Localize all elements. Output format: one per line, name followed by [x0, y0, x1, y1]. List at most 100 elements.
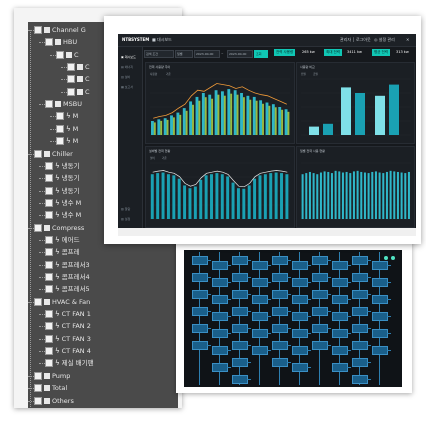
- card-usage-trend: 전력 사용량 추이 사용량 기준: [145, 62, 295, 144]
- tree-checkbox[interactable]: [67, 75, 75, 84]
- meter-box: [232, 307, 248, 316]
- tree-checkbox[interactable]: [56, 137, 64, 146]
- settings-link[interactable]: ◎ 설정 관리: [374, 34, 395, 46]
- bar: [338, 171, 341, 219]
- tree-checkbox[interactable]: [34, 371, 42, 380]
- tree-node[interactable]: C: [67, 73, 90, 85]
- tree-checkbox[interactable]: [45, 310, 53, 319]
- tree-checkbox[interactable]: [56, 124, 64, 133]
- tree-checkbox[interactable]: [45, 161, 53, 170]
- tree-node[interactable]: ϟ 콤프레서3: [45, 259, 90, 271]
- tree-node[interactable]: ϟ CT FAN 3: [45, 333, 91, 345]
- tree-checkbox[interactable]: [56, 112, 64, 121]
- tree-checkbox[interactable]: [45, 347, 53, 356]
- tree-node[interactable]: ϟM: [56, 135, 78, 147]
- tree-checkbox[interactable]: [45, 186, 53, 195]
- user-menu[interactable]: 관리자 │ 로그아웃: [340, 34, 371, 46]
- sidebar-item-settings[interactable]: ▨ 설정: [121, 217, 130, 221]
- tree-checkbox[interactable]: [67, 87, 75, 96]
- branch-line: [207, 294, 211, 295]
- sidebar-item-equipment[interactable]: ▥ 설비: [121, 75, 130, 79]
- tree-checkbox[interactable]: [45, 359, 53, 368]
- tree-node[interactable]: Chiller: [34, 148, 73, 160]
- tree-node[interactable]: C: [67, 61, 90, 73]
- tree-node[interactable]: ϟM: [56, 110, 78, 122]
- tree-checkbox[interactable]: [45, 273, 53, 281]
- card-title: 설비별 전력 현황: [149, 149, 171, 153]
- tree-node[interactable]: ϟ 콤프레서4: [45, 271, 90, 283]
- tree-node[interactable]: HBU: [45, 36, 77, 48]
- tree-checkbox[interactable]: [34, 223, 42, 232]
- meter-icon: ϟ: [55, 186, 60, 195]
- tree-checkbox[interactable]: [45, 211, 53, 220]
- tree-checkbox[interactable]: [34, 384, 42, 393]
- tree-checkbox[interactable]: [45, 235, 53, 244]
- tree-node[interactable]: ϟ 콤프레: [45, 246, 80, 258]
- tree-node[interactable]: ϟ 냉동기: [45, 160, 80, 172]
- sidebar-item-dashboard[interactable]: ▣ 대시보드: [121, 55, 136, 59]
- tree-node[interactable]: ϟ 냉동기: [45, 172, 80, 184]
- tree-node[interactable]: HVAC & Fan: [34, 296, 90, 308]
- bar: [204, 175, 208, 219]
- tree-node[interactable]: ϟ 콤프레서5: [45, 283, 90, 295]
- tree-checkbox[interactable]: [56, 50, 64, 59]
- tree-node[interactable]: ϟ CT FAN 1: [45, 308, 91, 320]
- tree-node[interactable]: ϟ 제실 배기팬: [45, 357, 94, 369]
- period-select[interactable]: 일별: [175, 50, 193, 58]
- tree-node[interactable]: ϟ 냉수 M: [45, 197, 81, 209]
- tree-checkbox[interactable]: [45, 100, 53, 109]
- tree-node[interactable]: ϟ CT FAN 2: [45, 320, 91, 332]
- bar: [246, 95, 250, 135]
- bar: [221, 91, 224, 135]
- tree-checkbox[interactable]: [34, 396, 42, 405]
- tree-node[interactable]: Others: [34, 395, 74, 407]
- folder-icon: [77, 88, 83, 95]
- sidebar-item-alarm[interactable]: ▧ 알람: [121, 207, 130, 211]
- tree-checkbox[interactable]: [45, 248, 53, 257]
- card-comparison: 사용량 비교 전월 금월: [296, 62, 415, 144]
- tree-node-label: 콤프레서5: [61, 285, 90, 294]
- bar: [274, 107, 277, 135]
- meter-box: [232, 273, 248, 282]
- tree-node[interactable]: ϟM: [56, 123, 78, 135]
- end-date-input[interactable]: 2023-00-00: [227, 50, 253, 58]
- tree-node[interactable]: ϟ 냉수 M: [45, 209, 81, 221]
- tree-checkbox[interactable]: [34, 297, 42, 306]
- tree-checkbox[interactable]: [45, 322, 53, 331]
- close-icon[interactable]: ✕: [406, 34, 409, 46]
- meter-box: [352, 256, 368, 265]
- menu-dashboard[interactable]: ■ 대시보드: [152, 34, 172, 46]
- search-button[interactable]: 조회: [254, 50, 268, 58]
- meter-box: [232, 324, 248, 333]
- tree-node[interactable]: C: [56, 49, 79, 61]
- sidebar-item-report[interactable]: ▦ 보고서: [121, 85, 133, 89]
- tree-node[interactable]: ϟ 에어드: [45, 234, 80, 246]
- tree-node[interactable]: Channel G: [34, 24, 86, 36]
- bar: [281, 109, 284, 135]
- tree-checkbox[interactable]: [45, 174, 53, 183]
- tree-node[interactable]: Pump: [34, 370, 70, 382]
- bar: [349, 173, 352, 219]
- tree-node[interactable]: MSBU: [45, 98, 82, 110]
- meter-box: [292, 346, 308, 355]
- tree-node[interactable]: ϟ 냉동기: [45, 185, 80, 197]
- tree-checkbox[interactable]: [45, 198, 53, 207]
- meter-box: [232, 256, 248, 265]
- tree-checkbox[interactable]: [34, 26, 42, 34]
- tree-node[interactable]: Total: [34, 382, 67, 394]
- tree-checkbox[interactable]: [45, 334, 53, 343]
- folder-icon: [44, 150, 50, 157]
- tree-node[interactable]: C: [67, 86, 90, 98]
- tree-checkbox[interactable]: [67, 63, 75, 72]
- branch-line: [247, 277, 251, 278]
- tree-checkbox[interactable]: [45, 260, 53, 269]
- sidebar-item-energy[interactable]: ▤ 에너지: [121, 65, 133, 69]
- tree-node-label: CT FAN 1: [61, 310, 91, 319]
- tree-node[interactable]: ϟ CT FAN 4: [45, 345, 91, 357]
- tree-checkbox[interactable]: [45, 38, 53, 47]
- tree-node[interactable]: Compress: [34, 222, 84, 234]
- tree-node-label: 콤프레서3: [61, 260, 90, 269]
- tree-checkbox[interactable]: [45, 285, 53, 294]
- tree-checkbox[interactable]: [34, 149, 42, 158]
- start-date-input[interactable]: 2023-00-00: [194, 50, 220, 58]
